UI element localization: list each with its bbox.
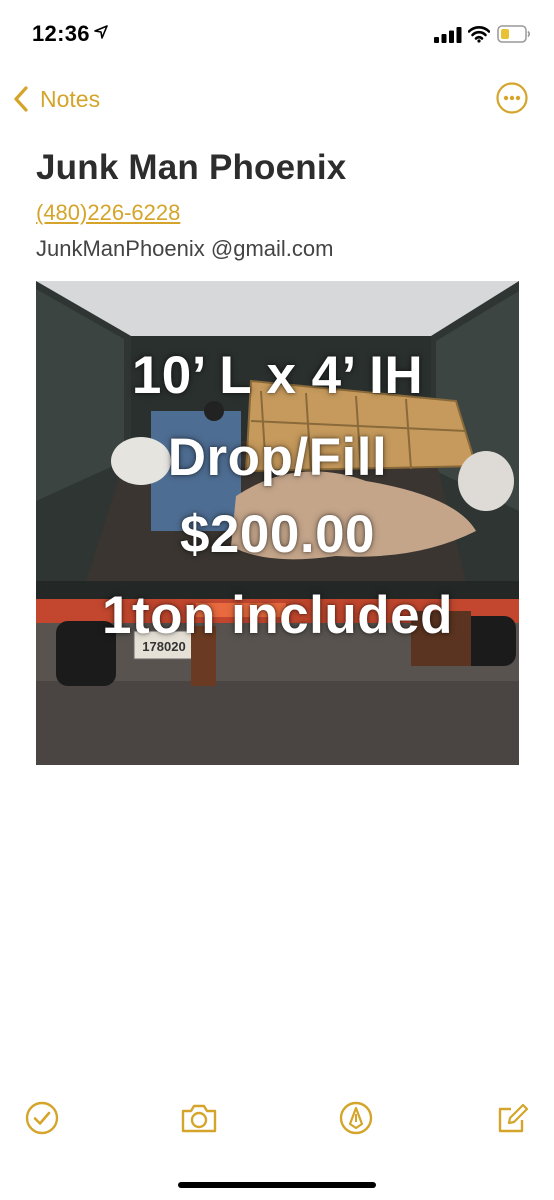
status-bar: 12:36 <box>0 0 554 70</box>
status-time: 12:36 <box>32 21 90 46</box>
note-photo[interactable]: 178020 10’ L x 4’ IH Drop/Fill $200.00 1… <box>36 281 519 765</box>
cellular-signal-icon <box>434 27 462 43</box>
photo-caption-line: Drop/Fill <box>167 428 388 487</box>
phone-link[interactable]: (480)226-6228 <box>36 200 180 226</box>
location-arrow-icon <box>94 25 108 39</box>
photo-caption-line: 1ton included <box>102 586 453 645</box>
more-options-icon[interactable] <box>496 82 528 114</box>
note-title[interactable]: Junk Man Phoenix <box>36 148 346 188</box>
chevron-left-icon <box>14 86 28 112</box>
photo-caption-line: $200.00 <box>179 505 376 564</box>
home-indicator[interactable] <box>178 1182 376 1188</box>
wifi-icon <box>468 26 490 43</box>
markup-icon[interactable] <box>338 1100 374 1136</box>
back-button[interactable]: Notes <box>10 82 100 116</box>
back-label: Notes <box>40 85 101 112</box>
email-text[interactable]: JunkManPhoenix @gmail.com <box>36 236 333 262</box>
compose-icon[interactable] <box>495 1100 531 1136</box>
camera-icon[interactable] <box>179 1100 219 1136</box>
checklist-icon[interactable] <box>24 1100 60 1136</box>
battery-icon <box>497 25 531 43</box>
photo-caption-line: 10’ L x 4’ IH <box>131 346 424 405</box>
